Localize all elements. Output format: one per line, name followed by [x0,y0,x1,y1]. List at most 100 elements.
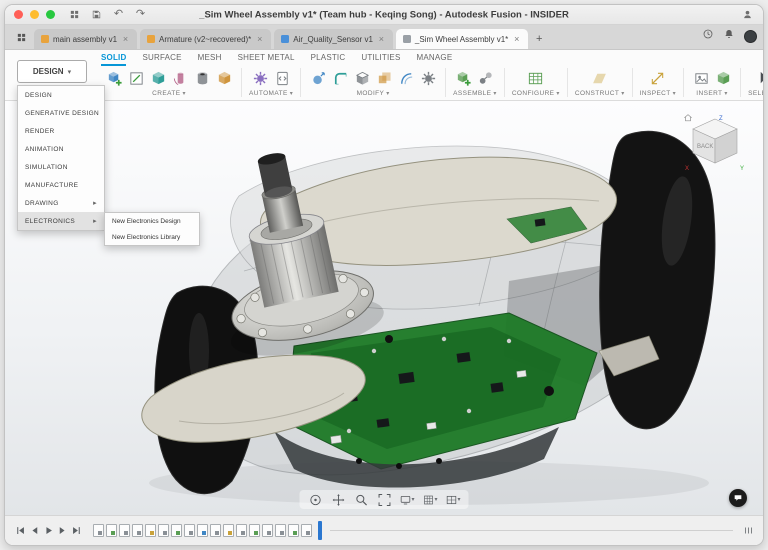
insert-mesh-button[interactable] [713,69,733,89]
joint-button[interactable] [476,69,496,89]
feedback-bubble[interactable] [729,489,747,507]
job-status-icon[interactable] [702,27,714,45]
data-panel-toggle-icon[interactable] [11,27,31,47]
scripts-addins-button[interactable] [272,69,292,89]
hole-button[interactable] [192,69,212,89]
viewcube-home-icon[interactable] [684,115,691,121]
close-window-button[interactable] [14,10,23,19]
close-tab-icon[interactable] [121,35,130,44]
timeline-feature-icon[interactable] [275,524,286,537]
change-parameters-button[interactable] [418,69,438,89]
pan-icon[interactable] [331,492,346,507]
insert-canvas-button[interactable] [691,69,711,89]
timeline-feature-icon[interactable] [119,524,130,537]
timeline-feature-icon[interactable] [210,524,221,537]
menu-item-new-electronics-design[interactable]: New Electronics Design [105,213,199,229]
new-component-button[interactable] [104,69,124,89]
timeline-feature-icon[interactable] [132,524,143,537]
ribbon-tab-sheet-metal[interactable]: SHEET METAL [238,53,295,66]
timeline-feature-icon[interactable] [301,524,312,537]
menu-item-drawing[interactable]: DRAWING [18,194,104,212]
timeline-feature-icon[interactable] [106,524,117,537]
menu-item-new-electronics-library[interactable]: New Electronics Library [105,229,199,245]
timeline-feature-icon[interactable] [288,524,299,537]
ribbon-tab-manage[interactable]: MANAGE [416,53,452,66]
timeline-feature-icon[interactable] [249,524,260,537]
revolve-button[interactable] [170,69,190,89]
group-label-configure[interactable]: CONFIGURE [512,90,560,97]
group-label-modify[interactable]: MODIFY [357,90,390,97]
group-label-automate[interactable]: AUTOMATE [249,90,293,97]
apps-grid-icon[interactable] [68,8,81,21]
menu-item-animation[interactable]: ANIMATION [18,140,104,158]
group-label-inspect[interactable]: INSPECT [640,90,676,97]
timeline-feature-icon[interactable] [145,524,156,537]
offset-face-button[interactable] [396,69,416,89]
press-pull-button[interactable] [308,69,328,89]
user-avatar[interactable] [744,30,757,43]
viewport-canvas[interactable]: BACK X Y Z [5,101,763,515]
primitive-box-button[interactable] [214,69,234,89]
timeline-feature-icon[interactable] [93,524,104,537]
ribbon-tab-mesh[interactable]: MESH [198,53,222,66]
group-label-create[interactable]: CREATE [152,90,186,97]
account-icon[interactable] [741,8,754,21]
redo-icon[interactable] [134,8,147,21]
timeline-position-marker[interactable] [318,521,322,540]
timeline-play-button[interactable] [41,524,55,538]
zoom-icon[interactable] [354,492,369,507]
display-settings-icon[interactable] [400,492,415,507]
timeline-go-to-start-button[interactable] [13,524,27,538]
sim-wheel-3d-model[interactable] [39,101,739,506]
group-label-insert[interactable]: INSERT [696,90,728,97]
timeline-feature-icon[interactable] [223,524,234,537]
undo-icon[interactable] [112,8,125,21]
ribbon-tab-solid[interactable]: SOLID [101,53,126,66]
construction-plane-button[interactable] [590,69,610,89]
fillet-button[interactable] [330,69,350,89]
document-tab[interactable]: Armature (v2~recovered)* [140,29,271,49]
menu-item-design[interactable]: DESIGN [18,86,104,104]
timeline-step-back-button[interactable] [27,524,41,538]
fit-icon[interactable] [377,492,392,507]
create-sketch-button[interactable] [126,69,146,89]
menu-item-manufacture[interactable]: MANUFACTURE [18,176,104,194]
viewports-icon[interactable] [446,492,461,507]
workspace-switcher-button[interactable]: DESIGN [17,60,87,83]
document-tab[interactable]: Air_Quality_Sensor v1 [274,29,393,49]
timeline-feature-icon[interactable] [184,524,195,537]
close-tab-icon[interactable] [512,35,521,44]
timeline-options-icon[interactable] [741,524,755,538]
timeline-go-to-end-button[interactable] [69,524,83,538]
save-icon[interactable] [90,8,103,21]
configuration-table-button[interactable] [526,69,546,89]
measure-button[interactable] [648,69,668,89]
shell-button[interactable] [352,69,372,89]
menu-item-simulation[interactable]: SIMULATION [18,158,104,176]
close-tab-icon[interactable] [255,35,264,44]
extrude-button[interactable] [148,69,168,89]
automate-gear-button[interactable] [250,69,270,89]
orbit-icon[interactable] [308,492,323,507]
ribbon-tab-surface[interactable]: SURFACE [142,53,181,66]
zoom-window-button[interactable] [46,10,55,19]
minimize-window-button[interactable] [30,10,39,19]
group-label-assemble[interactable]: ASSEMBLE [453,90,497,97]
menu-item-generative-design[interactable]: GENERATIVE DESIGN [18,104,104,122]
timeline-feature-icon[interactable] [171,524,182,537]
grid-snaps-icon[interactable] [423,492,438,507]
menu-item-render[interactable]: RENDER [18,122,104,140]
viewcube[interactable]: BACK X Y Z [683,113,747,173]
ribbon-tab-utilities[interactable]: UTILITIES [361,53,400,66]
timeline-feature-icon[interactable] [236,524,247,537]
group-label-select[interactable]: SELECT [748,90,764,97]
assemble-new-component-button[interactable] [454,69,474,89]
timeline-feature-icon[interactable] [158,524,169,537]
timeline-step-forward-button[interactable] [55,524,69,538]
ribbon-tab-plastic[interactable]: PLASTIC [311,53,346,66]
document-tab-active[interactable]: _Sim Wheel Assembly v1* [396,29,528,49]
menu-item-electronics[interactable]: ELECTRONICS [18,212,104,230]
new-document-tab-button[interactable] [531,29,547,49]
group-label-construct[interactable]: CONSTRUCT [575,90,625,97]
document-tab[interactable]: main assembly v1 [34,29,137,49]
